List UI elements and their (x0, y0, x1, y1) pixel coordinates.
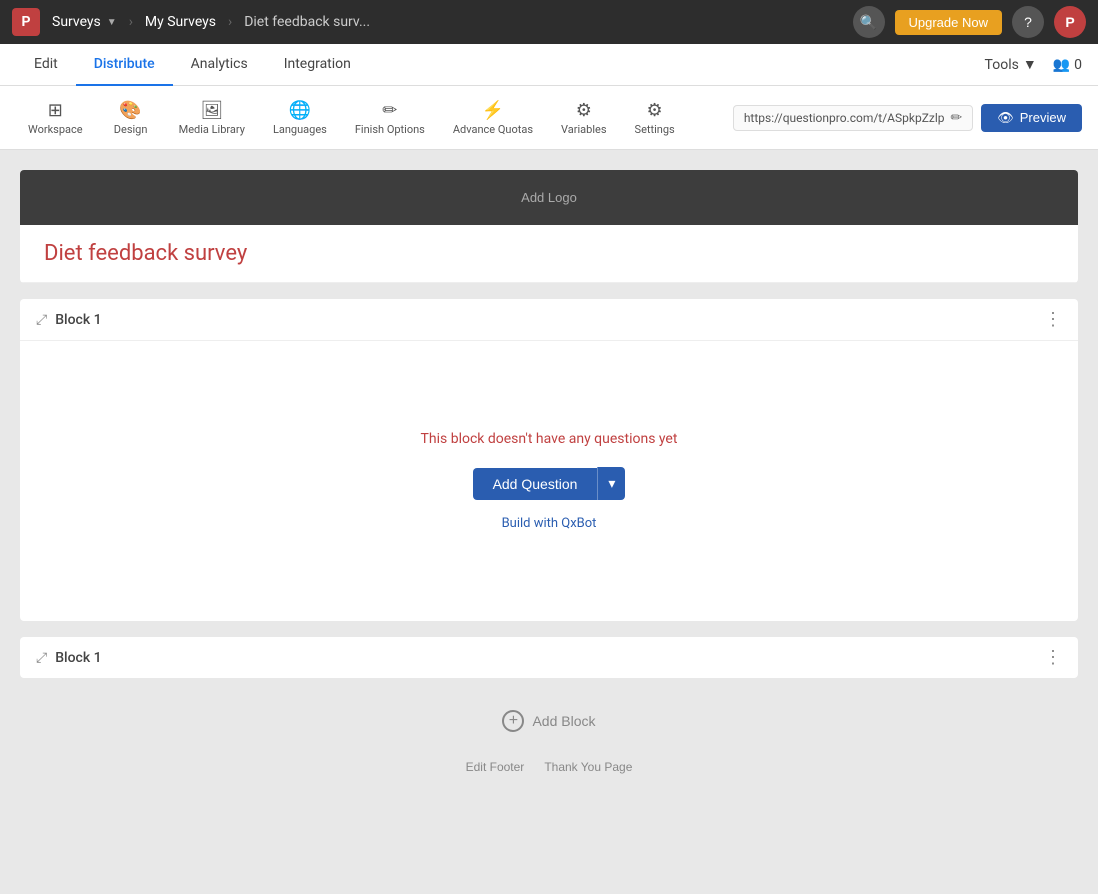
footer-links: Edit Footer Thank You Page (20, 748, 1078, 786)
block-2-menu-icon[interactable]: ⋮ (1044, 647, 1062, 668)
toolbar-right: https://questionpro.com/t/ASpkpZzlp ✏ 👁 … (733, 104, 1082, 132)
app-logo: P (12, 8, 40, 36)
surveys-dropdown[interactable]: Surveys ▼ (52, 14, 117, 30)
advance-quotas-label: Advance Quotas (453, 123, 533, 136)
toolbar-advance-quotas[interactable]: ⚡ Advance Quotas (441, 96, 545, 140)
add-block-section: + Add Block (20, 694, 1078, 748)
tab-analytics[interactable]: Analytics (173, 44, 266, 86)
block-1-menu-icon[interactable]: ⋮ (1044, 309, 1062, 330)
upgrade-button[interactable]: Upgrade Now (895, 10, 1003, 35)
variables-icon: ⚙ (576, 100, 592, 121)
workspace-icon: ⊞ (48, 100, 63, 121)
block-1-empty-text: This block doesn't have any questions ye… (421, 431, 678, 447)
settings-label: Settings (635, 123, 675, 136)
languages-label: Languages (273, 123, 327, 136)
media-library-label: Media Library (179, 123, 245, 136)
tools-dropdown[interactable]: Tools ▼ (977, 52, 1045, 77)
tab-edit[interactable]: Edit (16, 44, 76, 86)
nav-tabs-right: Tools ▼ 👥 0 (977, 52, 1082, 77)
url-edit-icon[interactable]: ✏ (951, 110, 963, 126)
design-label: Design (114, 123, 148, 136)
tools-chevron-icon: ▼ (1023, 56, 1037, 73)
tab-distribute[interactable]: Distribute (76, 44, 173, 86)
survey-header-card: Add Logo Diet feedback survey (20, 170, 1078, 283)
block-1-header: ⤢ Block 1 ⋮ (20, 299, 1078, 341)
block-2-collapse-icon[interactable]: ⤢ (36, 650, 47, 666)
survey-title: Diet feedback survey (44, 241, 1054, 266)
add-block-circle-icon: + (502, 710, 524, 732)
add-block-label: Add Block (532, 713, 595, 729)
people-badge: 👥 0 (1053, 57, 1082, 73)
people-count: 0 (1074, 57, 1082, 73)
advance-quotas-icon: ⚡ (482, 100, 504, 121)
languages-icon: 🌐 (289, 100, 311, 121)
workspace-label: Workspace (28, 123, 83, 136)
tools-label: Tools (985, 57, 1019, 73)
breadcrumb-separator-2: › (228, 14, 232, 30)
block-1-title: Block 1 (55, 312, 101, 328)
toolbar-settings[interactable]: ⚙ Settings (623, 96, 687, 140)
media-library-icon: 🖼 (200, 100, 223, 121)
variables-label: Variables (561, 123, 607, 136)
block-2-header-left: ⤢ Block 1 (36, 650, 102, 666)
help-button[interactable]: ? (1012, 6, 1044, 38)
toolbar-design[interactable]: 🎨 Design (99, 96, 163, 140)
main-content: Add Logo Diet feedback survey ⤢ Block 1 … (0, 150, 1098, 894)
preview-button[interactable]: 👁 Preview (981, 104, 1082, 132)
toolbar-finish-options[interactable]: ✏ Finish Options (343, 96, 437, 140)
edit-footer-link[interactable]: Edit Footer (466, 760, 525, 774)
design-icon: 🎨 (119, 100, 141, 121)
survey-url-box: https://questionpro.com/t/ASpkpZzlp ✏ (733, 105, 973, 131)
breadcrumb-separator-1: › (129, 14, 133, 30)
add-logo-button[interactable]: Add Logo (521, 190, 577, 205)
add-question-btn-group: Add Question ▾ (473, 467, 626, 500)
block-1-header-left: ⤢ Block 1 (36, 312, 102, 328)
survey-title-section: Diet feedback survey (20, 225, 1078, 283)
surveys-label: Surveys (52, 14, 101, 30)
add-question-dropdown-button[interactable]: ▾ (597, 467, 625, 500)
toolbar: ⊞ Workspace 🎨 Design 🖼 Media Library 🌐 L… (0, 86, 1098, 150)
toolbar-workspace[interactable]: ⊞ Workspace (16, 96, 95, 140)
block-1-container: ⤢ Block 1 ⋮ This block doesn't have any … (20, 299, 1078, 621)
profile-button[interactable]: P (1054, 6, 1086, 38)
top-bar: P Surveys ▼ › My Surveys › Diet feedback… (0, 0, 1098, 44)
people-icon: 👥 (1053, 57, 1070, 73)
preview-eye-icon: 👁 (997, 110, 1014, 126)
toolbar-languages[interactable]: 🌐 Languages (261, 96, 339, 140)
settings-icon: ⚙ (647, 100, 663, 121)
block-2-container: ⤢ Block 1 ⋮ (20, 637, 1078, 678)
block-2-header: ⤢ Block 1 ⋮ (20, 637, 1078, 678)
nav-tabs: Edit Distribute Analytics Integration To… (0, 44, 1098, 86)
surveys-chevron-icon: ▼ (107, 17, 117, 28)
build-qxbot-link[interactable]: Build with QxBot (502, 516, 597, 531)
add-block-button[interactable]: + Add Block (502, 710, 595, 732)
breadcrumb-my-surveys[interactable]: My Surveys (145, 14, 216, 30)
block-1-collapse-icon[interactable]: ⤢ (36, 312, 47, 328)
survey-url: https://questionpro.com/t/ASpkpZzlp (744, 111, 945, 125)
finish-options-icon: ✏ (382, 100, 397, 121)
logo-bar: Add Logo (20, 170, 1078, 225)
block-2-title: Block 1 (55, 650, 101, 666)
finish-options-label: Finish Options (355, 123, 425, 136)
thank-you-page-link[interactable]: Thank You Page (544, 760, 632, 774)
preview-label: Preview (1020, 110, 1066, 125)
toolbar-media-library[interactable]: 🖼 Media Library (167, 96, 257, 140)
breadcrumb-survey-title: Diet feedback surv... (244, 14, 840, 30)
block-1-content: This block doesn't have any questions ye… (20, 341, 1078, 621)
tab-integration[interactable]: Integration (266, 44, 369, 86)
toolbar-variables[interactable]: ⚙ Variables (549, 96, 619, 140)
add-question-button[interactable]: Add Question (473, 468, 598, 500)
search-button[interactable]: 🔍 (853, 6, 885, 38)
top-bar-actions: 🔍 Upgrade Now ? P (853, 6, 1087, 38)
